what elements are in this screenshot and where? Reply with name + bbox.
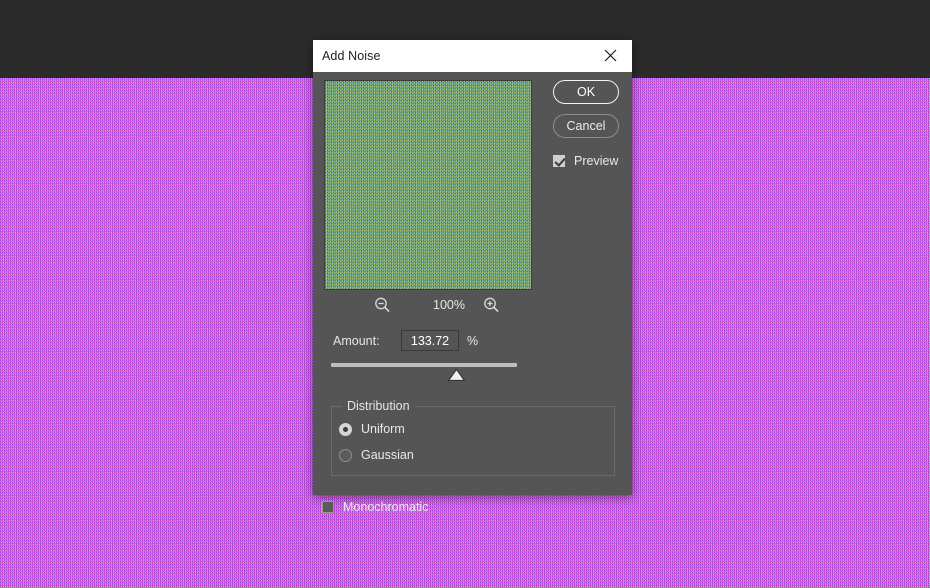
radio-selected-icon [339,422,352,436]
dialog-titlebar[interactable]: Add Noise [313,40,632,73]
amount-input[interactable] [401,330,459,351]
checkbox-unchecked-icon [322,501,334,513]
preview-noise-fine-layer [325,81,531,289]
ok-button[interactable]: OK [553,80,619,104]
radio-label-gaussian: Gaussian [361,448,414,462]
checkbox-checked-icon [553,155,565,167]
dialog-button-column: OK Cancel Preview [541,80,625,170]
radio-option-uniform[interactable]: Uniform [339,420,405,438]
zoom-out-magnifier-icon[interactable] [371,294,393,316]
zoom-in-magnifier-icon[interactable] [480,294,502,316]
preview-checkbox-label: Preview [574,154,619,168]
dialog-title: Add Noise [322,49,381,63]
monochromatic-checkbox-row[interactable]: Monochromatic [322,498,428,516]
dialog-body: 100% Amount: % [313,72,632,514]
monochromatic-label: Monochromatic [343,500,429,514]
cancel-button[interactable]: Cancel [553,114,619,138]
amount-unit-label: % [467,334,479,348]
distribution-group: Distribution Uniform Gaussian [331,399,615,476]
preview-zoom-controls: 100% [324,294,530,316]
amount-slider[interactable] [331,360,517,386]
noise-preview-thumbnail[interactable] [324,80,532,290]
close-icon[interactable] [588,40,632,71]
radio-option-gaussian[interactable]: Gaussian [339,446,414,464]
preview-checkbox-row[interactable]: Preview [553,152,625,170]
amount-slider-handle[interactable] [447,368,465,381]
amount-label: Amount: [333,334,380,348]
radio-unselected-icon [339,448,352,462]
radio-label-uniform: Uniform [361,422,405,436]
add-noise-dialog: Add Noise 100% Amount: 133.72 % Distribu… [313,40,632,514]
distribution-legend: Distribution [342,399,415,413]
amount-slider-track [331,363,517,367]
